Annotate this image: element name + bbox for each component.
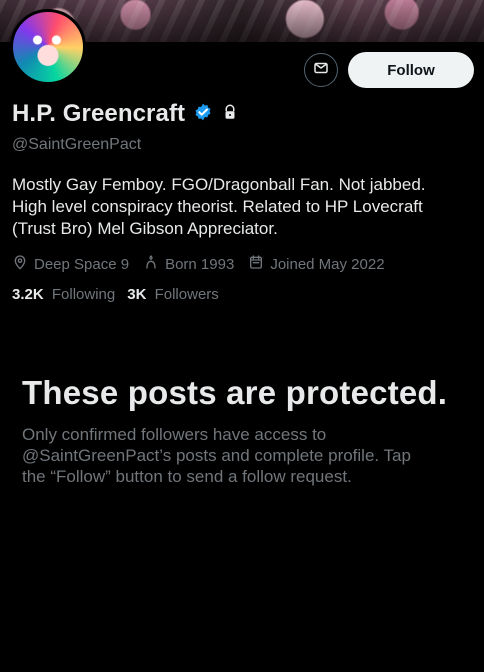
joined-text: Joined May 2022 — [270, 255, 385, 273]
profile-meta: Deep Space 9 Born 1993 Joined May 2022 — [12, 254, 385, 274]
following-label: Following — [51, 286, 116, 303]
following-link[interactable]: 3.2K Following — [12, 286, 115, 303]
message-icon — [312, 59, 330, 82]
location-pin-icon — [12, 254, 28, 274]
bio: Mostly Gay Femboy. FGO/Dragonball Fan. N… — [12, 174, 472, 240]
following-count: 3.2K — [12, 286, 44, 303]
meta-joined: Joined May 2022 — [248, 254, 385, 274]
birthday-icon — [143, 254, 159, 274]
follow-counts: 3.2K Following 3K Followers — [12, 286, 219, 303]
display-name: H.P. Greencraft — [12, 100, 186, 127]
protected-message: Only confirmed followers have access to … — [22, 424, 462, 487]
followers-link[interactable]: 3K Followers — [127, 286, 219, 303]
profile-actions: Follow — [304, 52, 474, 88]
bio-line: Mostly Gay Femboy. FGO/Dragonball Fan. N… — [12, 175, 426, 194]
location-text: Deep Space 9 — [34, 255, 130, 273]
meta-location: Deep Space 9 — [12, 254, 129, 274]
followers-count: 3K — [127, 286, 147, 303]
message-button[interactable] — [304, 53, 338, 87]
protected-title: These posts are protected. — [22, 374, 448, 411]
meta-born: Born 1993 — [143, 254, 234, 274]
protected-line: @SaintGreenPact’s posts and complete pro… — [22, 446, 411, 465]
bio-line: (Trust Bro) Mel Gibson Appreciator. — [12, 219, 278, 238]
verified-badge-icon — [193, 102, 213, 127]
avatar[interactable] — [10, 9, 86, 85]
protected-line: Only confirmed followers have access to — [22, 425, 327, 444]
calendar-icon — [248, 254, 264, 274]
born-text: Born 1993 — [165, 255, 235, 273]
handle: @SaintGreenPact — [12, 136, 142, 153]
bio-line: High level conspiracy theorist. Related … — [12, 197, 423, 216]
protected-line: the “Follow” button to send a follow req… — [22, 467, 352, 486]
followers-label: Followers — [154, 286, 219, 303]
lock-icon — [221, 103, 239, 126]
profile-name-row: H.P. Greencraft — [12, 100, 239, 128]
follow-button[interactable]: Follow — [348, 52, 474, 88]
